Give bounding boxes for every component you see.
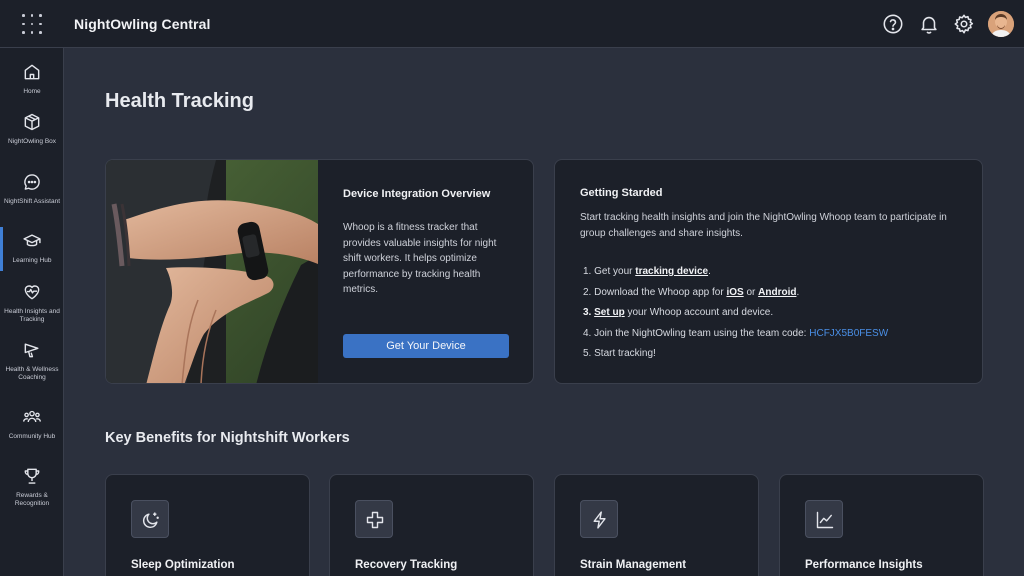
sidebar-item-community-hub[interactable]: Community Hub <box>0 407 64 441</box>
home-icon <box>22 62 42 82</box>
sidebar-item-label: NightShift Assistant <box>4 198 60 205</box>
heart-pulse-icon <box>22 282 42 302</box>
sidebar: Home NightOwling Box NightShift Assistan… <box>0 48 64 576</box>
sidebar-item-nightshift-assistant[interactable]: NightShift Assistant <box>0 172 64 206</box>
lightning-icon <box>580 500 618 538</box>
set-up-link[interactable]: Set up <box>594 307 625 318</box>
steps-list: 1. Get your tracking device. 2. Download… <box>583 262 888 365</box>
list-item: 1. Get your tracking device. <box>583 266 711 277</box>
benefit-card-sleep[interactable]: Sleep Optimization <box>105 474 310 576</box>
sidebar-item-learning-hub[interactable]: Learning Hub <box>0 227 64 271</box>
line-chart-icon <box>805 500 843 538</box>
graduation-cap-icon <box>22 231 42 251</box>
trophy-icon <box>22 466 42 486</box>
sidebar-item-label: Health Insights and Tracking <box>4 308 60 323</box>
getting-started-card: Getting Starded Start tracking health in… <box>554 159 983 384</box>
sidebar-item-label: Community Hub <box>8 433 56 440</box>
list-item: 3. Set up your Whoop account and device. <box>583 307 774 318</box>
sidebar-item-label: Home <box>23 88 41 95</box>
list-item: 2. Download the Whoop app for iOS or And… <box>583 286 800 298</box>
benefit-title: Sleep Optimization <box>131 559 235 571</box>
sidebar-item-label: NightOwling Box <box>7 138 57 145</box>
device-card-body: Whoop is a fitness tracker that provides… <box>343 222 497 295</box>
sidebar-item-rewards[interactable]: Rewards & Recognition <box>0 466 64 508</box>
moon-stars-icon <box>131 500 169 538</box>
benefit-card-recovery[interactable]: Recovery Tracking <box>329 474 534 576</box>
benefit-title: Performance Insights <box>805 559 923 571</box>
tracking-device-link[interactable]: tracking device <box>635 266 708 277</box>
device-card-heading: Device Integration Overview <box>343 188 491 200</box>
top-bar: NightOwling Central <box>0 0 1024 48</box>
getting-started-heading: Getting Starded <box>580 187 663 199</box>
app-grid-icon[interactable] <box>22 14 42 34</box>
wrist-tracker-photo <box>106 160 318 383</box>
user-avatar[interactable] <box>988 11 1014 37</box>
bell-icon[interactable] <box>918 13 940 35</box>
medical-cross-icon <box>355 500 393 538</box>
benefit-title: Strain Management <box>580 559 687 571</box>
benefit-title: Recovery Tracking <box>355 559 458 571</box>
getting-started-intro: Start tracking health insights and join … <box>580 212 947 239</box>
sidebar-item-label: Learning Hub <box>12 257 52 264</box>
team-code: HCFJX5B0FESW <box>809 327 889 339</box>
box-icon <box>22 112 42 132</box>
sidebar-item-wellness-coaching[interactable]: Health & Wellness Coaching <box>0 340 64 382</box>
list-item: 4. Join the NightOwling team using the t… <box>583 327 889 339</box>
benefit-card-strain[interactable]: Strain Management <box>554 474 759 576</box>
gear-icon[interactable] <box>953 13 975 35</box>
megaphone-icon <box>22 340 42 360</box>
app-title: NightOwling Central <box>74 16 211 32</box>
sidebar-item-health-insights[interactable]: Health Insights and Tracking <box>0 282 64 324</box>
sidebar-item-label: Rewards & Recognition <box>14 492 50 507</box>
android-link[interactable]: Android <box>758 287 796 298</box>
benefits-section-title: Key Benefits for Nightshift Workers <box>105 430 350 446</box>
chat-icon <box>22 172 42 192</box>
list-item: 5. Start tracking! <box>583 348 656 359</box>
sidebar-item-home[interactable]: Home <box>0 62 64 96</box>
people-icon <box>22 407 42 427</box>
benefit-card-performance[interactable]: Performance Insights <box>779 474 984 576</box>
sidebar-item-nightowling-box[interactable]: NightOwling Box <box>0 112 64 146</box>
ios-link[interactable]: iOS <box>726 287 743 298</box>
get-your-device-button[interactable]: Get Your Device <box>343 334 509 358</box>
help-icon[interactable] <box>882 13 904 35</box>
sidebar-item-label: Health & Wellness Coaching <box>5 366 59 381</box>
page-title: Health Tracking <box>105 90 254 112</box>
device-integration-card: Device Integration Overview Whoop is a f… <box>105 159 534 384</box>
